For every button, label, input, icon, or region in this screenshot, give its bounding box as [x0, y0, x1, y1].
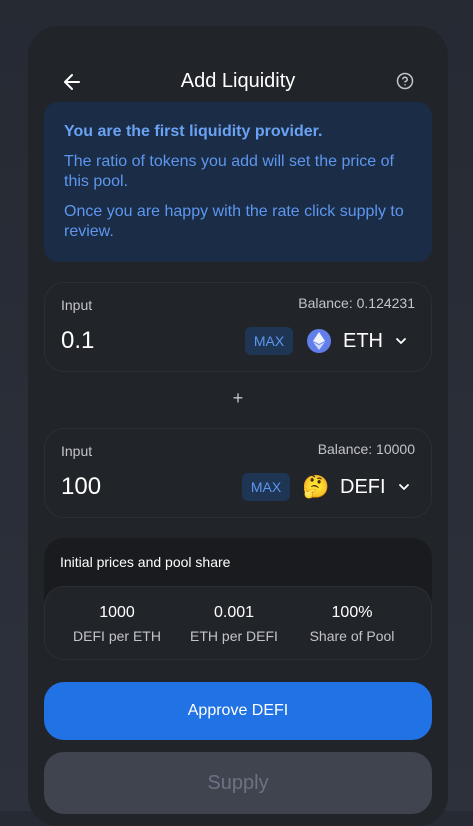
add-liquidity-card: Add Liquidity You are the first liquidit… — [28, 26, 448, 826]
price-value: 100% — [331, 604, 373, 621]
price-label: DEFI per ETH — [73, 628, 161, 644]
chevron-down-icon — [396, 338, 406, 344]
input-label: Input — [61, 297, 93, 313]
notice-line-2: Once you are happy with the rate click s… — [64, 203, 404, 240]
token-select-eth[interactable]: ETH — [307, 327, 407, 355]
balance-text: Balance: 10000 — [317, 441, 415, 457]
price-value: 1000 — [99, 604, 135, 621]
amount-input[interactable]: 0.1 — [61, 327, 94, 355]
max-button[interactable]: MAX — [245, 327, 293, 355]
amount-input[interactable]: 100 — [61, 473, 101, 501]
token-select-defi[interactable]: 🤔 DEFI — [302, 473, 410, 501]
price-label: ETH per DEFI — [190, 628, 278, 644]
prices-panel: Initial prices and pool share 1000 DEFI … — [44, 538, 432, 660]
first-provider-notice: You are the first liquidity provider. Th… — [44, 102, 432, 262]
notice-title: You are the first liquidity provider. — [64, 123, 323, 140]
supply-button[interactable]: Supply — [44, 752, 432, 814]
price-label: Share of Pool — [309, 628, 395, 644]
price-item: 1000 DEFI per ETH — [57, 603, 177, 645]
currency-input-b: Input Balance: 10000 100 MAX 🤔 DEFI — [44, 428, 432, 518]
chevron-down-icon — [398, 484, 409, 490]
question-circle-icon[interactable] — [396, 72, 414, 90]
thinking-face-icon: 🤔 — [302, 474, 330, 499]
price-value: 0.001 — [213, 604, 255, 621]
notice-line-1: The ratio of tokens you add will set the… — [64, 153, 394, 190]
ethereum-icon — [307, 329, 331, 353]
prices-title: Initial prices and pool share — [60, 554, 231, 570]
token-symbol: ETH — [343, 329, 383, 352]
input-label: Input — [61, 443, 93, 459]
approve-button[interactable]: Approve DEFI — [44, 682, 432, 740]
plus-icon: + — [232, 388, 244, 408]
header: Add Liquidity — [28, 66, 448, 98]
currency-input-a: Input Balance: 0.124231 0.1 MAX ETH — [44, 282, 432, 372]
max-button[interactable]: MAX — [242, 473, 290, 501]
price-item: 100% Share of Pool — [292, 603, 412, 645]
price-item: 0.001 ETH per DEFI — [174, 603, 294, 645]
prices-grid: 1000 DEFI per ETH 0.001 ETH per DEFI 100… — [44, 586, 432, 660]
balance-text: Balance: 0.124231 — [298, 295, 415, 311]
page-title: Add Liquidity — [180, 70, 296, 92]
token-symbol: DEFI — [340, 475, 386, 498]
